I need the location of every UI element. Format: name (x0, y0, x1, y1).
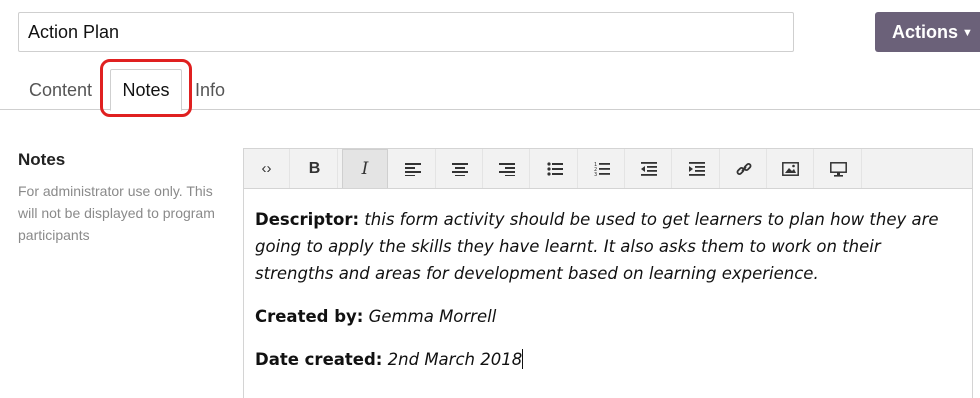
italic-icon[interactable]: I (342, 149, 388, 188)
rich-text-editor[interactable]: ‹› B I 123 Descriptor: this form activit… (243, 148, 973, 398)
title-input[interactable]: Action Plan (18, 12, 794, 52)
created-by-value: Gemma Morrell (368, 307, 497, 326)
editor-content[interactable]: Descriptor: this form activity should be… (244, 189, 972, 373)
tab-bar: Content Notes Info (0, 66, 980, 111)
align-center-icon[interactable] (437, 149, 483, 188)
svg-text:3: 3 (594, 172, 597, 177)
notes-section-title: Notes (18, 150, 66, 169)
descriptor-label: Descriptor: (255, 210, 360, 229)
created-by-paragraph: Created by: Gemma Morrell (255, 303, 961, 330)
bullet-list-icon[interactable] (532, 149, 578, 188)
date-created-paragraph: Date created: 2nd March 2018 (255, 346, 961, 373)
numbered-list-icon[interactable]: 123 (579, 149, 625, 188)
created-by-label: Created by: (255, 307, 364, 326)
image-icon[interactable] (768, 149, 814, 188)
date-created-label: Date created: (255, 350, 383, 369)
media-icon[interactable] (816, 149, 862, 188)
notes-help-text: For administrator use only. This will no… (18, 183, 215, 243)
tab-notes[interactable]: Notes (110, 69, 182, 111)
caret-down-icon: ▼ (962, 27, 973, 39)
tab-info[interactable]: Info (195, 70, 225, 110)
actions-button[interactable]: Actions ▼ (875, 12, 980, 52)
align-right-icon[interactable] (484, 149, 530, 188)
outdent-icon[interactable] (626, 149, 672, 188)
code-view-icon[interactable]: ‹› (244, 149, 290, 188)
date-created-value: 2nd March 2018 (387, 350, 523, 369)
text-cursor (522, 349, 524, 369)
bold-icon[interactable]: B (292, 149, 338, 188)
descriptor-paragraph: Descriptor: this form activity should be… (255, 206, 961, 287)
align-left-icon[interactable] (390, 149, 436, 188)
tab-content[interactable]: Content (29, 70, 92, 110)
editor-toolbar: ‹› B I 123 (244, 149, 972, 189)
link-icon[interactable] (721, 149, 767, 188)
indent-icon[interactable] (674, 149, 720, 188)
actions-label: Actions (892, 22, 959, 42)
